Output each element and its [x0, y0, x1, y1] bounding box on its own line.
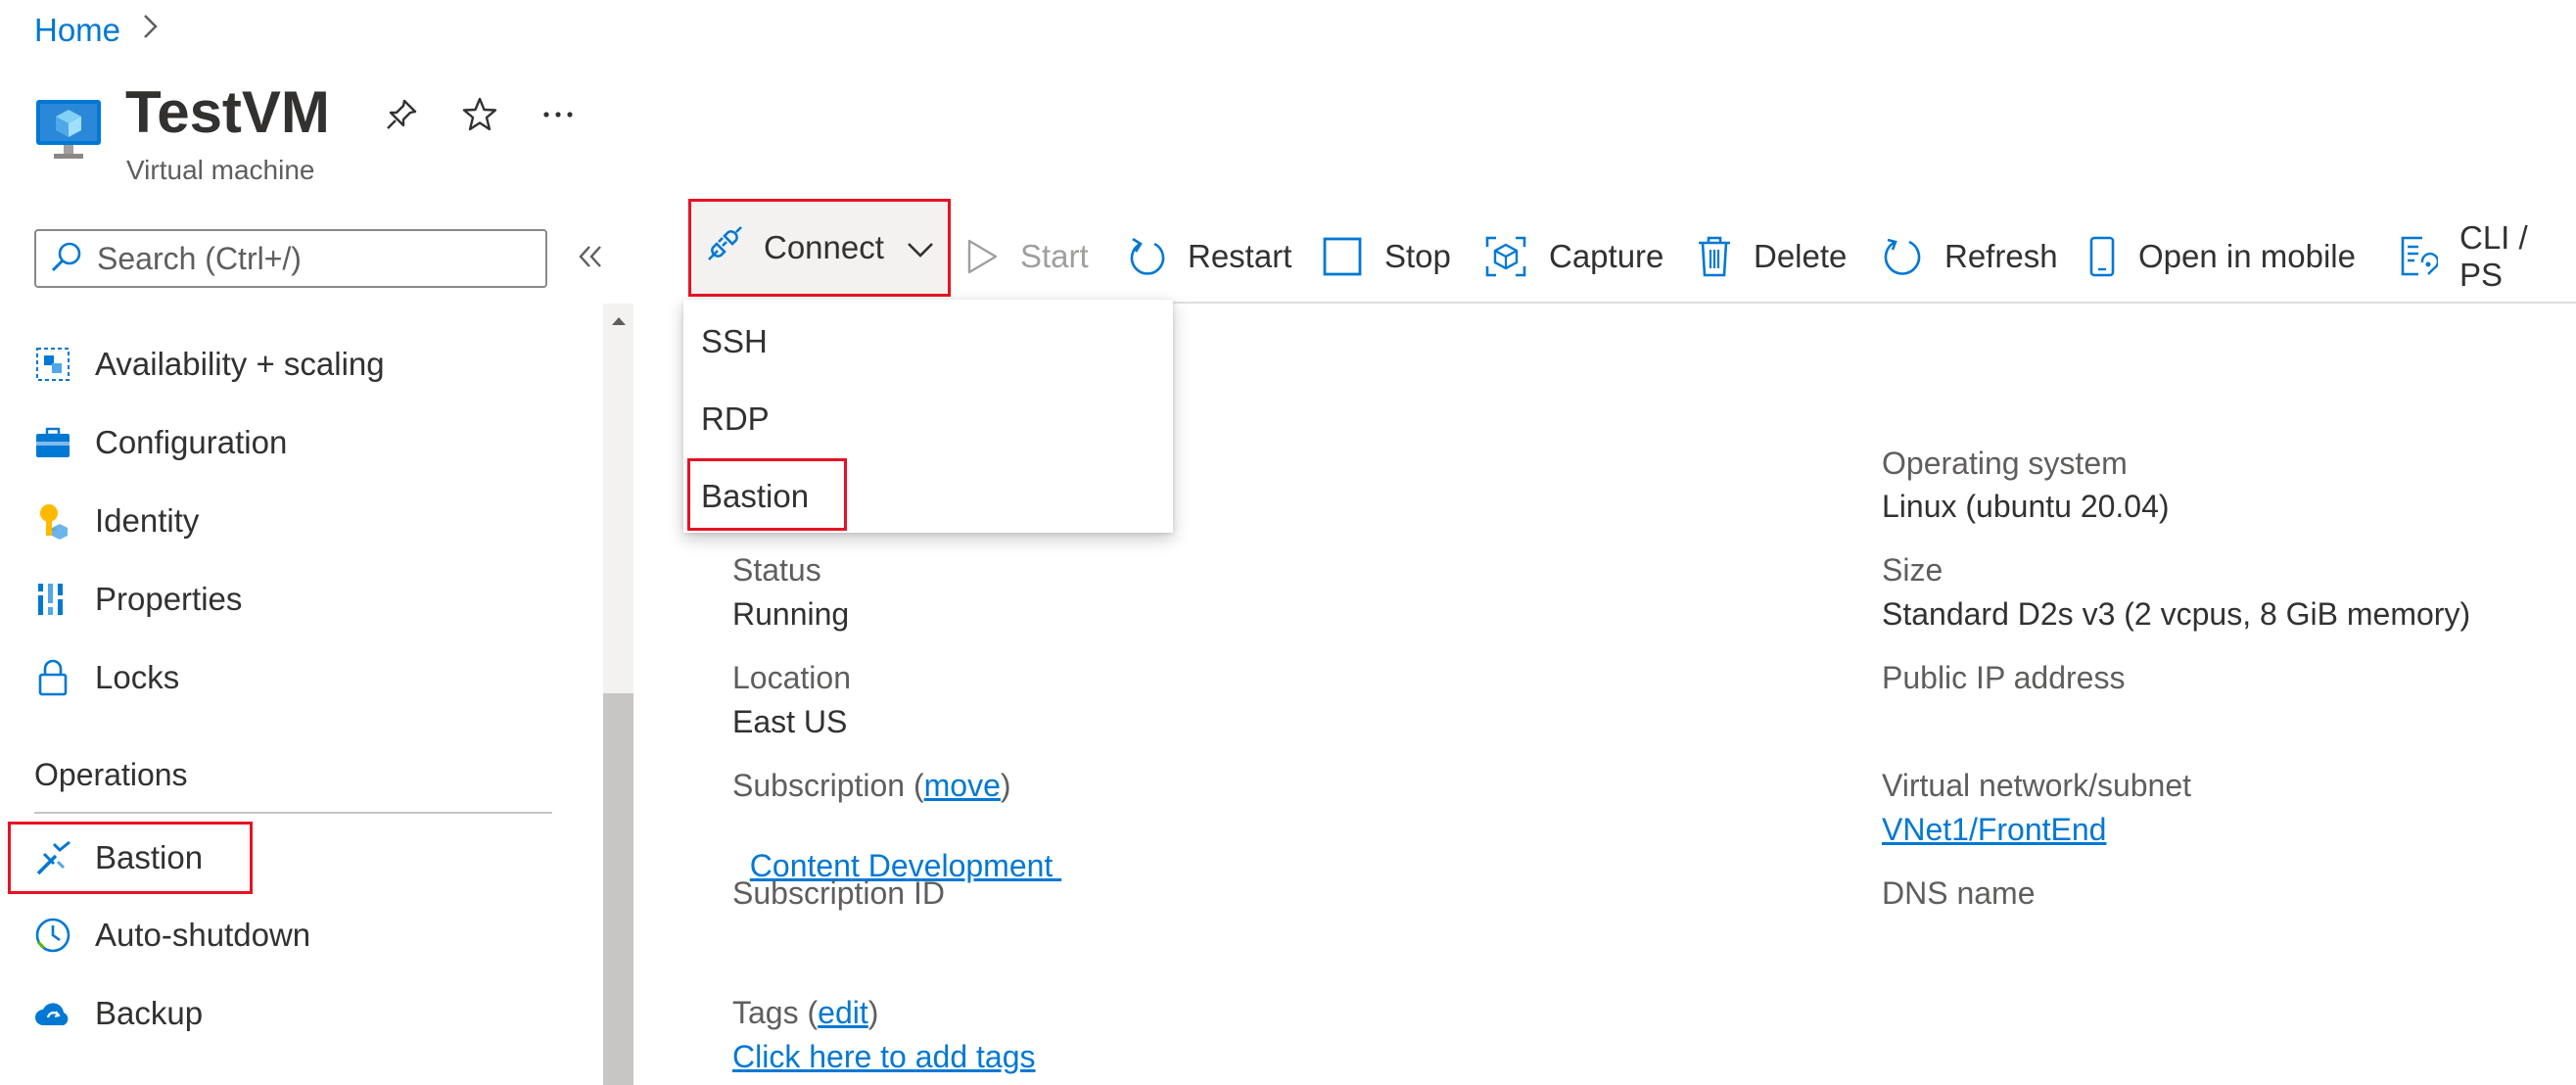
- size-label: Size: [1882, 552, 1944, 588]
- subscription-move-link[interactable]: move: [924, 768, 1001, 803]
- connect-button[interactable]: Connect: [688, 199, 951, 297]
- os-value: Linux (ubuntu 20.04): [1882, 489, 2170, 524]
- subscription-label-close: ): [1000, 768, 1011, 803]
- properties-icon: [34, 581, 71, 618]
- stop-button[interactable]: Stop: [1322, 227, 1451, 286]
- restart-label: Restart: [1188, 238, 1292, 274]
- refresh-icon: [1882, 236, 1923, 277]
- breadcrumb: Home: [34, 12, 160, 49]
- subscription-label-row: Subscription (move): [732, 768, 1011, 804]
- sidebar-scrollbar-thumb[interactable]: [603, 693, 633, 1085]
- capture-button[interactable]: Capture: [1484, 227, 1663, 286]
- refresh-button[interactable]: Refresh: [1882, 227, 2058, 286]
- sidebar-item-label: Locks: [95, 659, 180, 695]
- page-title: TestVM: [125, 79, 330, 145]
- connect-label: Connect: [764, 229, 884, 265]
- clock-icon: [34, 917, 71, 954]
- delete-label: Delete: [1754, 238, 1848, 274]
- cli-icon: [2399, 235, 2438, 278]
- stop-icon: [1322, 236, 1363, 277]
- configuration-icon: [34, 424, 71, 461]
- search-input[interactable]: [97, 240, 528, 277]
- os-label: Operating system: [1882, 446, 2128, 481]
- subscription-id-label: Subscription ID: [732, 875, 945, 911]
- sidebar-item-configuration[interactable]: Configuration: [34, 413, 287, 472]
- identity-icon: [34, 502, 71, 540]
- page-subtitle: Virtual machine: [126, 155, 315, 185]
- tags-edit-link[interactable]: edit: [818, 995, 868, 1030]
- public-ip-label: Public IP address: [1882, 660, 2126, 695]
- bastion-icon: [34, 839, 71, 876]
- star-icon[interactable]: [458, 93, 501, 136]
- play-icon: [965, 238, 999, 275]
- dns-name-label: DNS name: [1882, 875, 2036, 911]
- vnet-link[interactable]: VNet1/FrontEnd: [1882, 812, 2106, 847]
- size-value: Standard D2s v3 (2 vcpus, 8 GiB memory): [1882, 596, 2471, 632]
- location-value: East US: [732, 704, 848, 739]
- section-operations-heading: Operations: [34, 757, 188, 792]
- collapse-sidebar-icon[interactable]: [578, 238, 603, 280]
- capture-label: Capture: [1549, 238, 1664, 274]
- menu-bastion-highlight-box: [687, 458, 847, 531]
- status-value: Running: [732, 596, 850, 632]
- sidebar-item-label: Auto-shutdown: [95, 917, 311, 953]
- sidebar-item-label: Backup: [95, 995, 204, 1031]
- sidebar-item-auto-shutdown[interactable]: Auto-shutdown: [34, 906, 310, 965]
- add-tags-link[interactable]: Click here to add tags: [732, 1039, 1036, 1074]
- sidebar-item-label: Identity: [95, 502, 200, 539]
- tags-value-row: Click here to add tags: [732, 1039, 1036, 1075]
- menu-item-ssh[interactable]: SSH: [683, 304, 1173, 380]
- plug-icon: [705, 224, 744, 271]
- sidebar-item-backup[interactable]: Backup: [34, 984, 203, 1043]
- restart-button[interactable]: Restart: [1129, 227, 1291, 286]
- chevron-right-icon: [142, 13, 160, 48]
- virtual-machine-icon: [34, 96, 103, 165]
- tags-label-row: Tags (edit): [732, 995, 878, 1031]
- cli-ps-button[interactable]: CLI / PS: [2399, 219, 2576, 293]
- tags-label-close: ): [867, 995, 879, 1030]
- search-box[interactable]: [34, 229, 547, 288]
- open-in-mobile-button[interactable]: Open in mobile: [2087, 227, 2356, 286]
- open-in-mobile-label: Open in mobile: [2138, 238, 2356, 274]
- start-button[interactable]: Start: [965, 227, 1089, 286]
- sidebar-item-label: Bastion: [95, 839, 204, 875]
- backup-cloud-icon: [34, 995, 71, 1032]
- status-label: Status: [732, 552, 821, 588]
- mobile-phone-icon: [2087, 236, 2117, 277]
- stop-label: Stop: [1384, 238, 1451, 274]
- tags-label: Tags (: [732, 995, 819, 1030]
- subscription-label: Subscription (: [732, 768, 924, 803]
- trash-icon: [1697, 235, 1732, 278]
- subscription-value-row: Content Development: [732, 812, 1061, 884]
- pin-icon[interactable]: [380, 93, 423, 136]
- start-label: Start: [1020, 238, 1089, 274]
- cli-ps-label: CLI / PS: [2459, 219, 2528, 293]
- chevron-down-icon: [906, 229, 935, 266]
- sidebar-item-bastion[interactable]: Bastion: [34, 828, 203, 887]
- sidebar-item-label: Properties: [95, 581, 243, 617]
- sidebar-item-label: Configuration: [95, 424, 288, 460]
- search-icon: [50, 240, 97, 278]
- section-divider: [34, 812, 552, 814]
- restart-icon: [1129, 236, 1166, 277]
- scroll-up-arrow-icon[interactable]: [609, 311, 629, 334]
- sidebar-item-identity[interactable]: Identity: [34, 492, 199, 550]
- vnet-value-row: VNet1/FrontEnd: [1882, 812, 2106, 848]
- sidebar-item-locks[interactable]: Locks: [34, 648, 179, 707]
- lock-icon: [34, 659, 71, 696]
- refresh-label: Refresh: [1944, 238, 2058, 274]
- capture-icon: [1484, 235, 1527, 278]
- delete-button[interactable]: Delete: [1697, 227, 1847, 286]
- ellipsis-icon[interactable]: [537, 93, 580, 136]
- sidebar-item-availability-scaling[interactable]: Availability + scaling: [34, 335, 385, 394]
- availability-scaling-icon: [34, 346, 71, 383]
- breadcrumb-home-link[interactable]: Home: [34, 12, 120, 49]
- menu-item-rdp[interactable]: RDP: [683, 381, 1173, 457]
- location-label: Location: [732, 660, 851, 695]
- vnet-label: Virtual network/subnet: [1882, 768, 2192, 803]
- sidebar-item-properties[interactable]: Properties: [34, 570, 242, 629]
- sidebar-item-label: Availability + scaling: [95, 346, 385, 382]
